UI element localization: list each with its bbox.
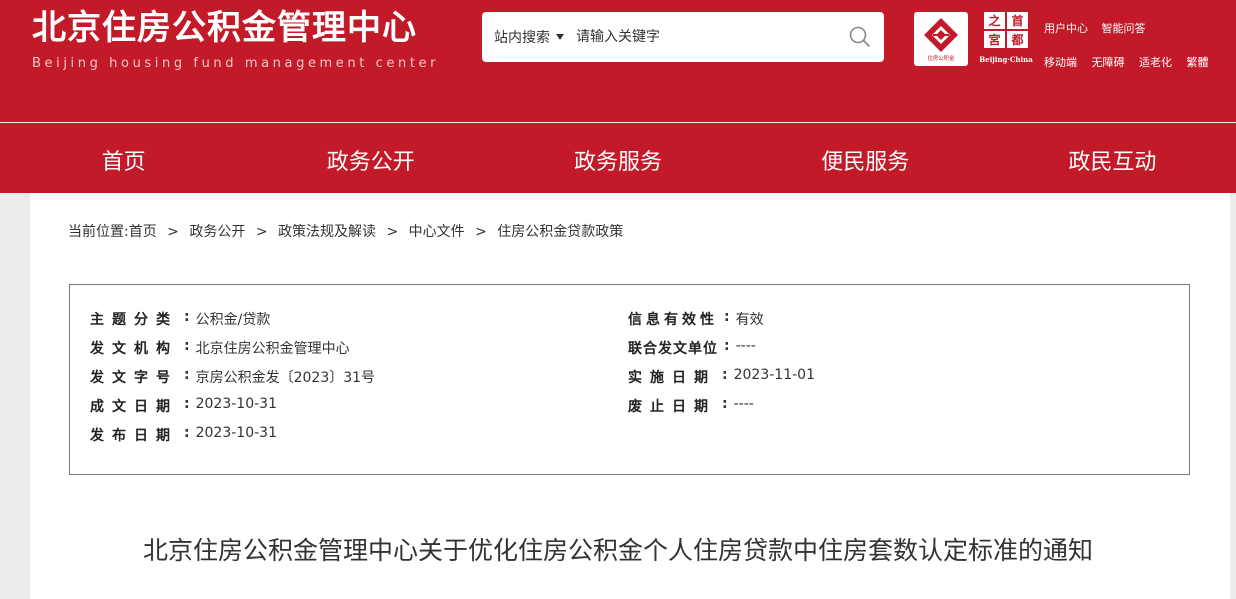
capital-badge[interactable]: 之 首 宮 都 Beijing·China: [978, 12, 1034, 68]
capital-badge-char: 首: [1007, 12, 1028, 29]
nav-government-services[interactable]: 政务服务: [494, 123, 741, 193]
meta-key: 废止日期: [628, 399, 716, 415]
accessibility-link[interactable]: 无障碍: [1092, 56, 1125, 69]
breadcrumb-loan-policy[interactable]: 住房公积金贷款政策: [497, 224, 623, 240]
meta-row: 发布日期:2023-10-31: [90, 425, 277, 444]
meta-row: 发文机构: 北京住房公积金管理中心: [90, 338, 350, 357]
search-input[interactable]: [576, 29, 826, 45]
meta-row: 实施日期:2023-11-01: [628, 367, 815, 386]
caret-down-icon: [556, 34, 564, 40]
top-links-row1: 用户中心 智能问答: [1044, 20, 1156, 36]
capital-badge-char: 都: [1007, 31, 1028, 48]
elderly-mode-link[interactable]: 适老化: [1139, 56, 1172, 69]
site-search: 站内搜索: [482, 12, 884, 62]
meta-row: 联合发文单位: ----: [628, 338, 756, 357]
housing-fund-badge[interactable]: 住房公积金: [914, 12, 968, 66]
breadcrumb-government-affairs-open[interactable]: 政务公开: [189, 224, 245, 240]
meta-key: 发文字号: [90, 370, 178, 386]
search-scope-dropdown[interactable]: 站内搜索: [482, 27, 564, 47]
smart-qa-link[interactable]: 智能问答: [1102, 22, 1146, 35]
meta-key: 实施日期: [628, 370, 716, 386]
meta-row: 发文字号: 京房公积金发〔2023〕31号: [90, 367, 376, 386]
capital-badge-grid: 之 首 宮 都: [984, 12, 1028, 48]
housing-fund-logo-icon: [924, 18, 958, 52]
search-icon: [849, 26, 870, 47]
capital-badge-en: Beijing·China: [979, 55, 1033, 64]
meta-value: 北京住房公积金管理中心: [195, 341, 350, 357]
content-panel: 当前位置:首页 > 政务公开 > 政策法规及解读 > 中心文件 > 住房公积金贷…: [30, 193, 1230, 599]
search-button[interactable]: [848, 25, 872, 49]
nav-government-affairs-open[interactable]: 政务公开: [247, 123, 494, 193]
capital-badge-char: 之: [984, 12, 1005, 29]
site-header: 北京住房公积金管理中心 Beijing housing fund managem…: [0, 0, 1236, 122]
meta-key: 主题分类: [90, 312, 178, 328]
meta-key: 信息有效性: [628, 312, 718, 328]
breadcrumb-policies[interactable]: 政策法规及解读: [278, 224, 376, 240]
meta-row: 成文日期:2023-10-31: [90, 396, 277, 415]
meta-value: 2023-10-31: [195, 425, 277, 441]
meta-value: ----: [735, 338, 756, 354]
capital-badge-char: 宮: [984, 31, 1005, 48]
meta-key: 成文日期: [90, 399, 178, 415]
user-center-link[interactable]: 用户中心: [1044, 22, 1088, 35]
breadcrumb-separator: >: [167, 224, 179, 240]
meta-key: 发文机构: [90, 341, 178, 357]
housing-fund-badge-text: 住房公积金: [927, 55, 955, 62]
breadcrumb-separator: >: [386, 224, 399, 240]
meta-value: 2023-11-01: [733, 367, 815, 383]
breadcrumb-separator: >: [475, 224, 487, 240]
breadcrumb: 当前位置:首页 > 政务公开 > 政策法规及解读 > 中心文件 > 住房公积金贷…: [68, 221, 623, 241]
nav-convenience-services[interactable]: 便民服务: [742, 123, 989, 193]
document-metadata-box: 主题分类: 公积金/贷款 发文机构: 北京住房公积金管理中心 发文字号: 京房公积金发…: [69, 284, 1190, 475]
meta-value: 公积金/贷款: [195, 312, 271, 328]
meta-value: 有效: [735, 312, 764, 328]
logo-subtitle: Beijing housing fund management center: [32, 56, 440, 71]
meta-row: 废止日期: ----: [628, 396, 754, 415]
meta-key: 发布日期: [90, 428, 178, 444]
logo-title: 北京住房公积金管理中心: [32, 8, 417, 48]
breadcrumb-home[interactable]: 首页: [129, 224, 157, 240]
nav-home[interactable]: 首页: [0, 123, 247, 193]
mobile-link[interactable]: 移动端: [1044, 56, 1077, 69]
main-nav: 首页 政务公开 政务服务 便民服务 政民互动: [0, 123, 1236, 193]
meta-row: 信息有效性: 有效: [628, 309, 764, 328]
meta-row: 主题分类: 公积金/贷款: [90, 309, 271, 328]
breadcrumb-prefix: 当前位置:: [68, 224, 129, 240]
meta-value: 2023-10-31: [195, 396, 277, 412]
top-links-row2: 移动端 无障碍 适老化 繁體: [1044, 54, 1220, 70]
meta-value: 京房公积金发〔2023〕31号: [195, 370, 376, 386]
meta-value: ----: [733, 396, 754, 412]
meta-key: 联合发文单位: [628, 341, 718, 357]
article-title: 北京住房公积金管理中心关于优化住房公积金个人住房贷款中住房套数认定标准的通知: [142, 536, 1093, 565]
traditional-chinese-link[interactable]: 繁體: [1187, 56, 1209, 69]
breadcrumb-separator: >: [255, 224, 268, 240]
breadcrumb-center-documents[interactable]: 中心文件: [409, 224, 465, 240]
nav-public-interaction[interactable]: 政民互动: [989, 123, 1236, 193]
site-logo[interactable]: 北京住房公积金管理中心 Beijing housing fund managem…: [32, 6, 439, 71]
search-scope-label: 站内搜索: [494, 30, 550, 46]
